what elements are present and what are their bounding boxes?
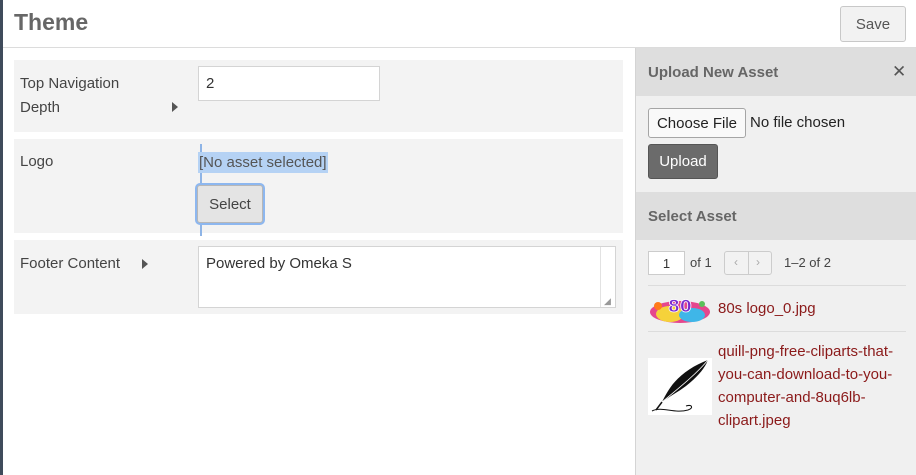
- no-file-text: No file chosen: [750, 114, 846, 131]
- asset-list-item[interactable]: quill-png-free-cliparts-that-you-can-dow…: [648, 331, 906, 459]
- page-number-input[interactable]: [648, 251, 685, 275]
- resize-grip-icon[interactable]: ◢: [604, 296, 611, 307]
- select-asset-header: Select Asset: [636, 192, 916, 240]
- pager-divider: [748, 252, 749, 274]
- asset-list-item[interactable]: 80 80s logo_0.jpg: [648, 285, 906, 331]
- page-of-text: of 1: [690, 255, 712, 270]
- upload-button[interactable]: Upload: [648, 144, 718, 179]
- asset-name-link[interactable]: 80s logo_0.jpg: [718, 297, 898, 320]
- footer-content-label: Footer Content: [20, 255, 121, 272]
- caret-right-icon[interactable]: [172, 102, 178, 112]
- page-title: Theme: [14, 9, 89, 35]
- asset-thumbnail-quill: [648, 358, 712, 415]
- choose-file-button[interactable]: Choose File: [648, 108, 746, 138]
- svg-text:80: 80: [668, 297, 692, 317]
- upload-section-header: Upload New Asset ✕: [636, 48, 916, 96]
- file-picker[interactable]: Choose File No file chosen: [648, 108, 908, 138]
- upload-section-title: Upload New Asset: [648, 64, 779, 81]
- page-header: Theme Save: [3, 0, 916, 48]
- select-asset-title: Select Asset: [648, 208, 737, 225]
- asset-name-link[interactable]: quill-png-free-cliparts-that-you-can-dow…: [718, 340, 898, 432]
- pager-buttons: ‹ ›: [724, 251, 772, 275]
- page-range-text: 1–2 of 2: [784, 255, 831, 270]
- close-icon[interactable]: ✕: [892, 62, 906, 82]
- caret-right-icon[interactable]: [142, 259, 148, 269]
- top-nav-depth-label: Top Navigation Depth: [20, 75, 120, 116]
- asset-sidebar: Upload New Asset ✕ Choose File No file c…: [635, 48, 916, 475]
- logo-asset-status: [No asset selected]: [198, 152, 328, 173]
- save-button[interactable]: Save: [840, 6, 906, 42]
- chevron-right-icon[interactable]: ›: [756, 255, 760, 269]
- footer-content-textarea[interactable]: Powered by Omeka S: [198, 246, 616, 308]
- logo-label: Logo: [20, 153, 54, 170]
- chevron-left-icon[interactable]: ‹: [734, 255, 738, 269]
- top-nav-depth-input[interactable]: [198, 66, 380, 101]
- asset-thumbnail-80s-logo: 80: [648, 292, 712, 326]
- window-edge: [0, 0, 3, 475]
- pagination: of 1 ‹ › 1–2 of 2: [648, 251, 908, 275]
- field-top-navigation-depth: Top Navigation Depth: [14, 60, 623, 132]
- field-logo: Logo [No asset selected] Select: [14, 139, 623, 236]
- select-asset-button[interactable]: Select: [197, 185, 263, 223]
- field-footer-content: Footer Content Powered by Omeka S ◢: [14, 240, 623, 314]
